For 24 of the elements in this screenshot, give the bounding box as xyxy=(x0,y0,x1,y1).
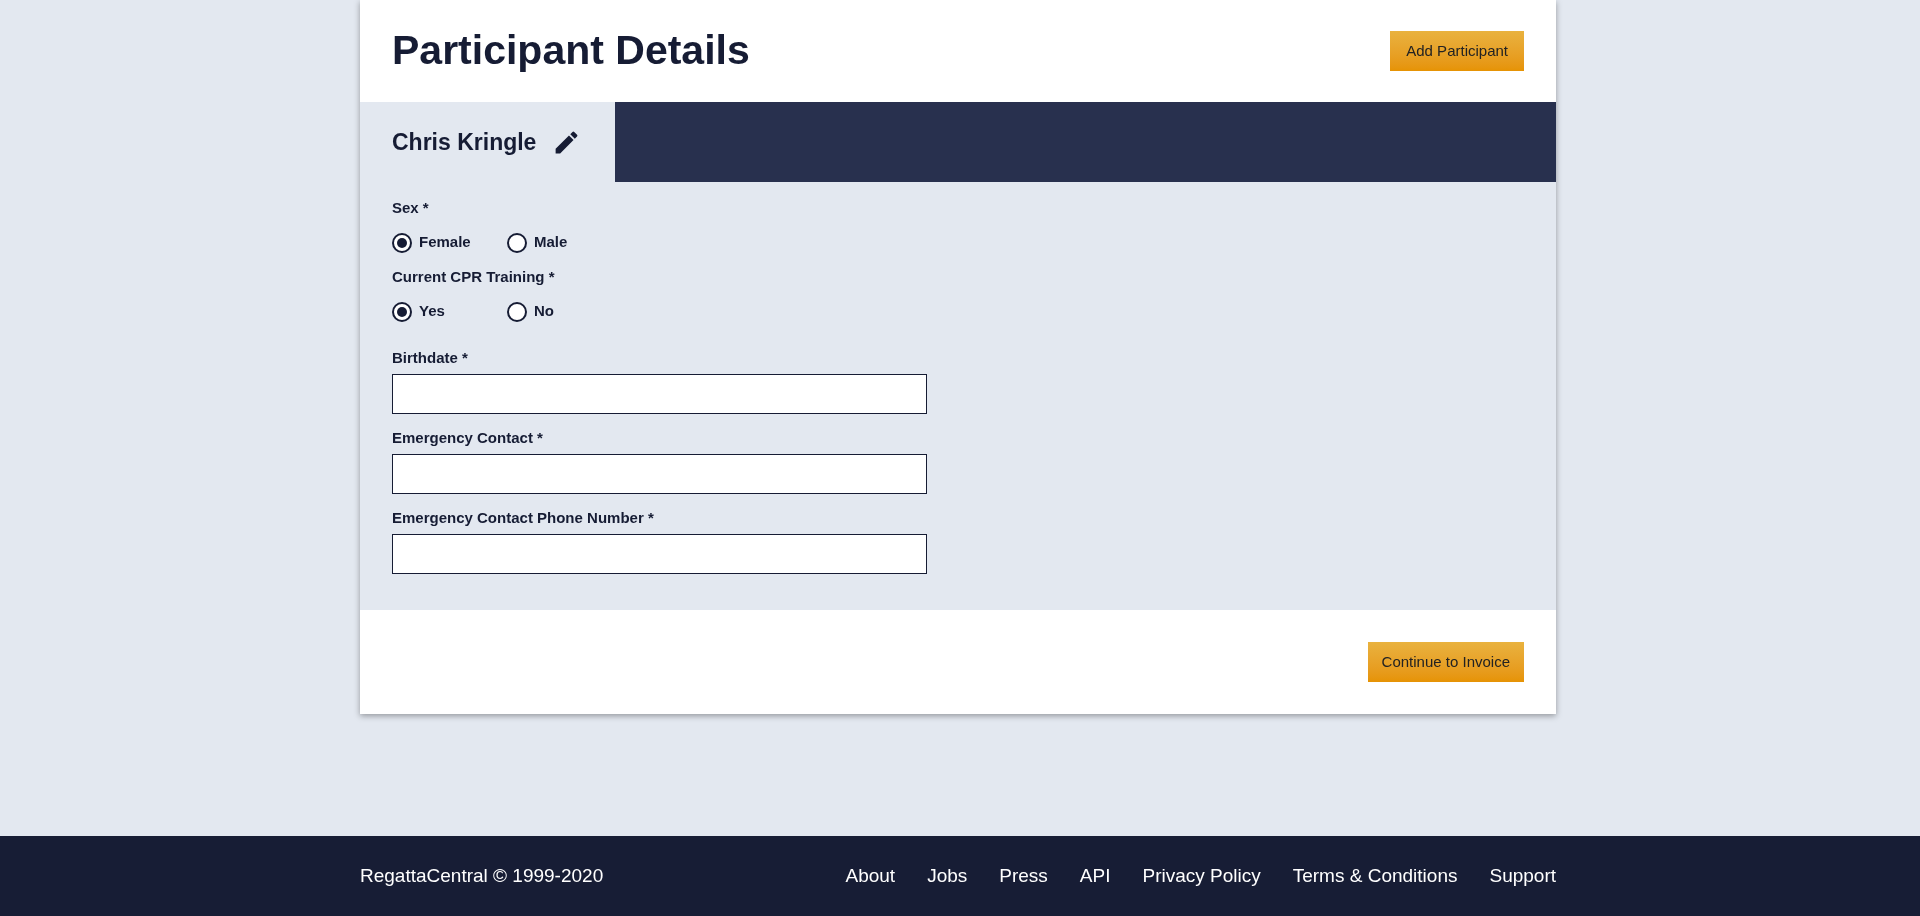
footer-link[interactable]: About xyxy=(845,861,896,891)
radio-option[interactable]: No xyxy=(507,300,622,323)
radio-option[interactable]: Female xyxy=(392,231,507,254)
footer-link[interactable]: Press xyxy=(999,861,1048,891)
continue-button[interactable]: Continue to Invoice xyxy=(1367,642,1524,682)
add-participant-button[interactable]: Add Participant xyxy=(1390,31,1524,71)
participant-tab[interactable]: Chris Kringle xyxy=(360,102,615,182)
field-label: Emergency Contact * xyxy=(392,427,544,448)
input-field[interactable] xyxy=(392,374,927,414)
field-label: Emergency Contact Phone Number * xyxy=(392,507,655,528)
footer-link[interactable]: Support xyxy=(1489,861,1556,891)
radio-option[interactable]: Male xyxy=(507,231,622,254)
radio-option[interactable]: Yes xyxy=(392,300,507,323)
copyright-text: RegattaCentral © 1999-2020 xyxy=(360,863,604,888)
footer-link[interactable]: API xyxy=(1079,861,1111,891)
field-label: Current CPR Training * xyxy=(392,266,556,287)
input-field[interactable] xyxy=(392,454,927,494)
footer-link[interactable]: Privacy Policy xyxy=(1142,861,1261,891)
field-label: Sex * xyxy=(392,197,430,218)
field-label: Birthdate * xyxy=(392,347,469,368)
footer-link[interactable]: Terms & Conditions xyxy=(1292,861,1458,891)
footer-link[interactable]: Jobs xyxy=(927,861,968,891)
input-field[interactable] xyxy=(392,534,927,574)
page-title: Participant Details xyxy=(392,26,750,76)
